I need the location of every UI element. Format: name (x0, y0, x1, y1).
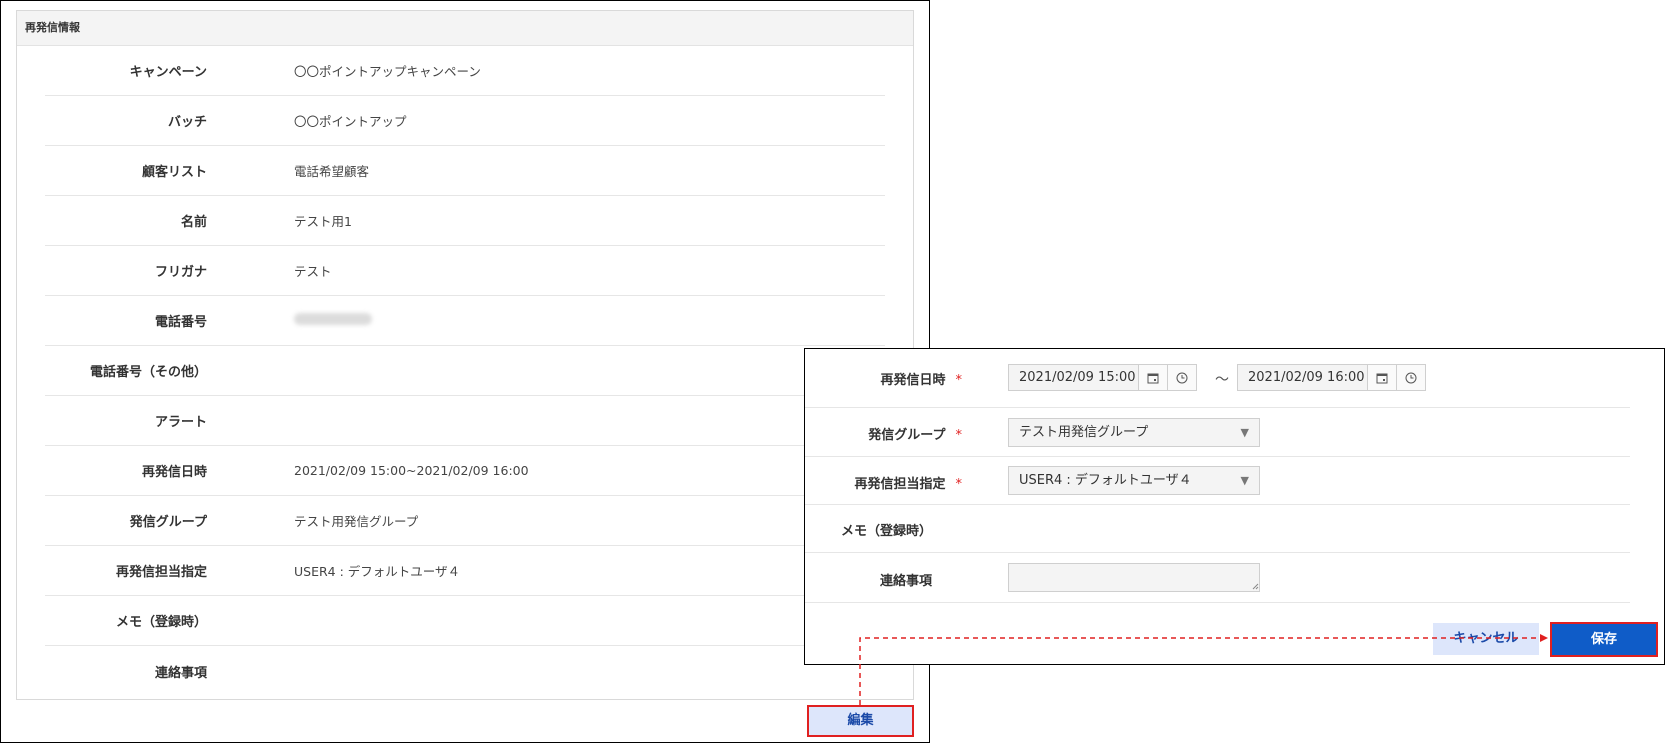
required-mark: * (955, 477, 963, 492)
required-mark: * (955, 373, 963, 388)
detail-row-phone: 電話番号 (45, 296, 885, 346)
recall-datetime-label: 再発信日時 * (880, 369, 962, 388)
row-label: 顧客リスト (141, 165, 207, 180)
notes-label: 連絡事項 (879, 574, 932, 589)
detail-row-batch: バッチ 〇〇ポイントアップ (45, 96, 885, 146)
detail-row-memo: メモ（登録時） (45, 596, 885, 646)
row-label: アラート (154, 415, 207, 430)
row-label: 連絡事項 (154, 665, 207, 681)
notes-textarea[interactable] (1008, 563, 1260, 592)
calendar-icon[interactable] (1138, 364, 1168, 391)
label-text: 再発信担当指定 (854, 477, 946, 492)
row-label: バッチ (167, 115, 207, 130)
form-row-memo: メモ（登録時） (805, 505, 1630, 553)
detail-row-phone-other: 電話番号（その他） (45, 346, 885, 396)
detail-row-alert: アラート (45, 396, 885, 446)
detail-row-furigana: フリガナ テスト (45, 246, 885, 296)
select-arrow-icon: ▼ (1240, 474, 1249, 487)
form-row-recall-datetime: 再発信日時 * 2021/02/09 15:00 ～ 2021/02/09 16:… (805, 349, 1630, 408)
label-text: 再発信日時 (880, 373, 946, 388)
call-group-label: 発信グループ * (868, 424, 962, 443)
row-value: テスト用発信グループ (294, 514, 419, 529)
assignee-select[interactable]: USER4 : デフォルトユーザ４ ▼ (1008, 466, 1260, 495)
resize-grip-icon[interactable] (1252, 583, 1259, 590)
row-value: 電話希望顧客 (294, 164, 370, 179)
detail-row-assignee: 再発信担当指定 USER4 : デフォルトユーザ４ (45, 546, 885, 596)
card-title: 再発信情報 (17, 11, 913, 46)
detail-row-call-group: 発信グループ テスト用発信グループ (45, 496, 885, 546)
save-button[interactable]: 保存 (1550, 622, 1658, 657)
row-label: フリガナ (154, 265, 207, 280)
detail-row-notes: 連絡事項 (45, 646, 885, 696)
detail-row-recall-datetime: 再発信日時 2021/02/09 15:00~2021/02/09 16:00 (45, 446, 885, 496)
assignee-label: 再発信担当指定 * (854, 473, 962, 492)
row-label: 電話番号 (154, 315, 207, 330)
row-label: キャンペーン (129, 65, 207, 80)
row-value: テスト (294, 264, 332, 279)
row-label: 電話番号（その他） (89, 365, 207, 380)
detail-row-name: 名前 テスト用1 (45, 196, 885, 246)
clock-icon[interactable] (1396, 364, 1426, 391)
required-mark: * (955, 428, 963, 443)
cancel-button[interactable]: キャンセル (1433, 623, 1539, 655)
row-label: 名前 (180, 215, 207, 230)
row-label: メモ（登録時） (115, 615, 207, 630)
detail-view-frame: 再発信情報 キャンペーン 〇〇ポイントアップキャンペーン バッチ 〇〇ポイントア… (0, 0, 930, 743)
row-value: 〇〇ポイントアップキャンペーン (294, 64, 481, 79)
form-row-assignee: 再発信担当指定 * USER4 : デフォルトユーザ４ ▼ (805, 457, 1630, 505)
row-value: テスト用1 (294, 214, 352, 229)
memo-label: メモ（登録時） (840, 524, 932, 539)
row-value: 2021/02/09 15:00~2021/02/09 16:00 (294, 463, 529, 478)
call-group-select[interactable]: テスト用発信グループ ▼ (1008, 418, 1260, 447)
blurred-phone-number (294, 313, 372, 325)
edit-button[interactable]: 編集 (807, 705, 914, 737)
recall-info-card: 再発信情報 キャンペーン 〇〇ポイントアップキャンペーン バッチ 〇〇ポイントア… (16, 10, 914, 700)
calendar-icon[interactable] (1367, 364, 1397, 391)
row-value: 〇〇ポイントアップ (294, 114, 407, 129)
edit-form-frame: 再発信日時 * 2021/02/09 15:00 ～ 2021/02/09 16:… (804, 348, 1665, 665)
selected-value: テスト用発信グループ (1019, 425, 1149, 440)
recall-start-input[interactable]: 2021/02/09 15:00 (1008, 364, 1139, 391)
detail-row-customer-list: 顧客リスト 電話希望顧客 (45, 146, 885, 196)
select-arrow-icon: ▼ (1240, 426, 1249, 439)
row-value: USER4 : デフォルトユーザ４ (294, 564, 461, 579)
row-value (294, 313, 372, 328)
detail-row-campaign: キャンペーン 〇〇ポイントアップキャンペーン (45, 46, 885, 96)
row-label: 再発信担当指定 (115, 565, 207, 580)
form-row-call-group: 発信グループ * テスト用発信グループ ▼ (805, 408, 1630, 457)
recall-end-input[interactable]: 2021/02/09 16:00 (1237, 364, 1368, 391)
form-row-notes: 連絡事項 (805, 553, 1630, 603)
label-text: 発信グループ (868, 428, 946, 443)
row-label: 再発信日時 (141, 465, 207, 480)
row-label: 発信グループ (129, 515, 207, 530)
clock-icon[interactable] (1167, 364, 1197, 391)
selected-value: USER4 : デフォルトユーザ４ (1019, 473, 1192, 488)
detail-rows: キャンペーン 〇〇ポイントアップキャンペーン バッチ 〇〇ポイントアップ 顧客リ… (45, 46, 885, 696)
range-separator: ～ (1215, 372, 1229, 388)
